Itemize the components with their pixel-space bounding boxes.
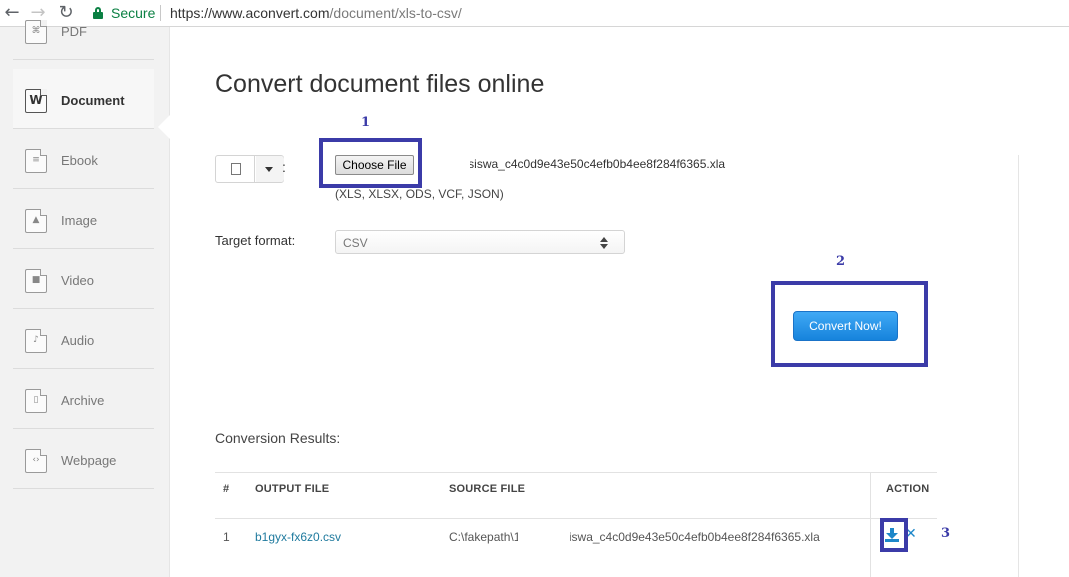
sidebar-item-label: Video	[61, 273, 95, 288]
sidebar-item-archive[interactable]: ▯ Archive	[13, 369, 154, 429]
pdf-icon: ⌘	[25, 20, 47, 44]
address-bar-url[interactable]: https://www.aconvert.com/document/xls-to…	[170, 5, 462, 21]
url-path: /document/xls-to-csv/	[329, 5, 462, 21]
sidebar-item-audio[interactable]: ♪ Audio	[13, 309, 154, 369]
word-document-icon-glyph: W	[29, 93, 43, 107]
annotation-box-3	[880, 518, 908, 552]
supported-formats: (XLS, XLSX, ODS, VCF, JSON)	[335, 187, 504, 201]
target-format-select[interactable]: CSV	[335, 230, 625, 254]
sidebar-item-label: Webpage	[61, 453, 117, 468]
sidebar-item-webpage[interactable]: ‹› Webpage	[13, 429, 154, 489]
source-file-path: C:\fakepath\1 50011_siswa_c4c0d9e43e50c4…	[449, 530, 820, 544]
redaction-mask	[518, 527, 570, 547]
file-source-selector[interactable]	[215, 155, 284, 183]
url-base: https://www.aconvert.com	[170, 5, 330, 21]
ebook-icon-glyph: ≡	[32, 155, 40, 165]
video-icon-glyph: ■	[31, 275, 41, 285]
local-file-icon[interactable]	[216, 156, 255, 182]
sidebar-item-label: Document	[61, 93, 125, 108]
audio-icon: ♪	[25, 329, 47, 353]
image-icon-glyph: ▲	[32, 215, 40, 225]
header-source-file: SOURCE FILE	[449, 483, 526, 495]
results-heading: Conversion Results:	[215, 430, 341, 446]
table-top-border	[215, 472, 937, 473]
annotation-box-2	[771, 281, 928, 367]
sidebar-item-image[interactable]: ▲ Image	[13, 189, 154, 249]
pdf-icon-glyph: ⌘	[31, 26, 41, 36]
sidebar-item-label: Archive	[61, 393, 105, 408]
page-title: Convert document files online	[215, 70, 545, 98]
webpage-icon-glyph: ‹›	[32, 455, 40, 465]
select-arrows-icon	[600, 237, 608, 249]
annotation-box-1	[319, 138, 422, 188]
image-icon: ▲	[25, 209, 47, 233]
word-document-icon: W	[25, 89, 47, 113]
header-output-file: OUTPUT FILE	[255, 483, 330, 495]
annotation-number-2: 2	[836, 254, 846, 269]
browser-toolbar: ← → ↻ Secure https://www.aconvert.com/do…	[0, 0, 1069, 27]
address-divider	[160, 5, 161, 21]
target-format-value: CSV	[343, 236, 368, 250]
sidebar-item-label: Ebook	[61, 153, 98, 168]
active-item-pointer	[158, 115, 170, 139]
webpage-icon: ‹›	[25, 449, 47, 473]
archive-icon: ▯	[25, 389, 47, 413]
target-format-label: Target format:	[215, 233, 296, 248]
sidebar-item-video[interactable]: ■ Video	[13, 249, 154, 309]
sidebar-item-pdf[interactable]: ⌘ PDF	[13, 0, 154, 60]
results-table: # OUTPUT FILE SOURCE FILE ACTION 1 b1gyx…	[215, 472, 937, 577]
annotation-number-1: 1	[361, 115, 371, 130]
header-index: #	[223, 483, 230, 495]
archive-icon-glyph: ▯	[33, 395, 39, 405]
source-colon: :	[282, 159, 286, 175]
chevron-down-icon	[265, 167, 273, 172]
table-column-divider	[870, 472, 871, 577]
source-dropdown-toggle[interactable]	[256, 156, 284, 182]
sidebar-item-label: Audio	[61, 333, 95, 348]
audio-icon-glyph: ♪	[33, 335, 39, 345]
redaction-mask	[422, 154, 470, 174]
row-index: 1	[223, 530, 230, 544]
annotation-number-3: 3	[941, 526, 951, 541]
category-sidebar: ⌘ PDF W Document ≡ Ebook ▲ Image ■ Video…	[0, 20, 170, 577]
content-divider	[1018, 155, 1019, 577]
sidebar-item-ebook[interactable]: ≡ Ebook	[13, 129, 154, 189]
table-header-border	[215, 518, 937, 519]
sidebar-item-document[interactable]: W Document	[13, 69, 154, 129]
ebook-icon: ≡	[25, 149, 47, 173]
sidebar-item-label: Image	[61, 213, 98, 228]
output-file-link[interactable]: b1gyx-fx6z0.csv	[255, 530, 341, 544]
sidebar-item-label: PDF	[61, 24, 87, 39]
header-action: ACTION	[886, 483, 930, 495]
video-icon: ■	[25, 269, 47, 293]
